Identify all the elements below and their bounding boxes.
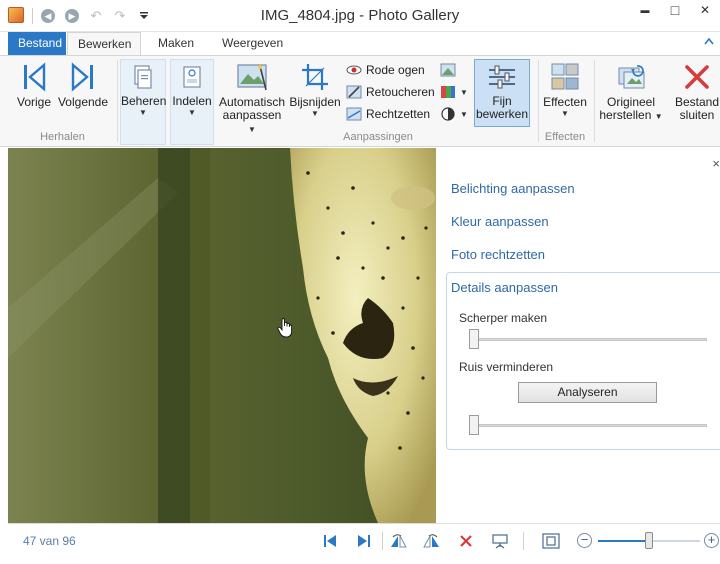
vorige-button[interactable]: Vorige — [15, 62, 53, 109]
photo-count: 47 van 96 — [23, 534, 76, 548]
slideshow-icon — [492, 534, 508, 549]
adjustment-panel: × Belichting aanpassen Kleur aanpassen F… — [436, 148, 720, 523]
sharpen-slider-track[interactable] — [469, 338, 707, 341]
delete-icon — [460, 535, 472, 547]
indelen-button[interactable]: Indelen ▼ — [170, 59, 214, 145]
bijsnijden-label: Bijsnijden — [289, 95, 341, 109]
ribbon-tabs: Bestand Bewerken Maken Weergeven — [0, 32, 720, 56]
rode-ogen-button[interactable]: Rode ogen — [346, 60, 425, 80]
crop-icon — [302, 64, 328, 90]
exposure-button[interactable] — [440, 60, 456, 80]
herstellen-label: herstellen ▼ — [599, 108, 663, 122]
belichting-aanpassen-link[interactable]: Belichting aanpassen — [451, 181, 575, 196]
sluiten-label: sluiten — [679, 108, 715, 122]
hand-cursor-icon — [277, 318, 293, 338]
status-bar: 47 van 96 − + — [8, 523, 720, 564]
photo-image — [8, 148, 436, 523]
ruis-verminderen-label: Ruis verminderen — [459, 360, 554, 374]
first-photo-button[interactable] — [319, 531, 341, 551]
rechtzetten-label: Rechtzetten — [366, 107, 431, 121]
separator — [117, 60, 118, 142]
photo-canvas[interactable] — [8, 148, 436, 523]
scherper-maken-label: Scherper maken — [459, 311, 548, 325]
next-icon — [71, 62, 93, 92]
skip-back-icon — [324, 535, 336, 547]
close-button[interactable]: ✕ — [690, 0, 720, 22]
fit-to-window-button[interactable] — [540, 531, 562, 551]
rechtzetten-button[interactable]: Rechtzetten — [346, 104, 430, 124]
fit-window-icon — [542, 533, 560, 549]
retouch-icon — [346, 85, 362, 99]
fine-tune-icon — [489, 65, 515, 89]
beheren-label: Beheren — [121, 94, 167, 108]
vorige-label: Vorige — [16, 95, 52, 109]
automatisch-aanpassen-button[interactable]: Automatisch aanpassen ▼ — [218, 62, 286, 136]
tab-bewerken[interactable]: Bewerken — [67, 32, 141, 56]
tab-maken[interactable]: Maken — [148, 32, 204, 55]
rotate-left-button[interactable] — [387, 531, 409, 551]
volgende-label: Volgende — [57, 95, 109, 109]
zoom-out-button[interactable]: − — [577, 533, 592, 548]
effecten-label: Effecten — [543, 95, 587, 109]
effecten-button[interactable]: Effecten ▼ — [541, 62, 589, 119]
color-button[interactable]: ▼ — [440, 82, 468, 102]
sharpen-slider-thumb[interactable] — [469, 329, 479, 349]
bijsnijden-button[interactable]: Bijsnijden ▼ — [288, 62, 342, 119]
maximize-button[interactable]: □ — [660, 0, 690, 22]
color-icon — [441, 86, 455, 98]
bewerken-label: bewerken — [475, 107, 529, 121]
separator — [594, 60, 595, 142]
foto-rechtzetten-link[interactable]: Foto rechtzetten — [451, 247, 545, 262]
ribbon: Vorige Volgende Herhalen Beheren ▼ Indel… — [0, 55, 720, 147]
tab-bestand[interactable]: Bestand — [8, 32, 66, 55]
group-label-effecten: Effecten — [544, 131, 586, 143]
rode-ogen-label: Rode ogen — [366, 63, 425, 77]
zoom-in-button[interactable]: + — [704, 533, 719, 548]
window-title: IMG_4804.jpg - Photo Gallery — [260, 7, 460, 24]
slideshow-button[interactable] — [489, 531, 511, 551]
effects-icon — [551, 63, 579, 90]
straighten-icon — [346, 107, 362, 121]
auto-adjust-icon — [237, 64, 267, 91]
noise-slider-track[interactable] — [469, 424, 707, 427]
previous-icon — [24, 62, 46, 92]
details-aanpassen-link[interactable]: Details aanpassen — [451, 280, 558, 295]
organize-icon — [183, 66, 201, 88]
beheren-button[interactable]: Beheren ▼ — [120, 59, 166, 145]
next-photo-button[interactable] — [353, 531, 375, 551]
separator — [523, 532, 524, 550]
indelen-label: Indelen — [172, 94, 212, 108]
noise-slider-thumb[interactable] — [469, 415, 479, 435]
manage-icon — [134, 65, 152, 89]
origineel-herstellen-button[interactable]: Origineel herstellen ▼ — [598, 62, 664, 123]
tab-weergeven[interactable]: Weergeven — [212, 32, 293, 55]
volgende-button[interactable]: Volgende — [57, 62, 109, 109]
skip-forward-icon — [358, 535, 370, 547]
exposure-icon — [440, 63, 456, 77]
minimize-button[interactable]: ▬ — [630, 0, 660, 22]
fijn-bewerken-button[interactable]: Fijn bewerken — [474, 59, 530, 127]
zoom-slider-thumb[interactable] — [645, 532, 653, 549]
separator — [538, 60, 539, 142]
retoucheren-label: Retoucheren — [366, 85, 435, 99]
close-panel-button[interactable]: × — [712, 156, 720, 171]
close-file-icon — [685, 65, 709, 89]
group-label-herhalen: Herhalen — [40, 131, 85, 143]
rotate-left-icon — [391, 534, 407, 548]
title-bar: ◀ ▶ ↶ ↷ IMG_4804.jpg - Photo Gallery ▬ □… — [0, 0, 720, 32]
contrast-button[interactable]: ▼ — [440, 104, 468, 124]
delete-button[interactable] — [455, 531, 477, 551]
kleur-aanpassen-link[interactable]: Kleur aanpassen — [451, 214, 549, 229]
rotate-right-button[interactable] — [421, 531, 443, 551]
bestand-sluiten-button[interactable]: Bestand sluiten — [672, 62, 720, 122]
contrast-icon — [441, 107, 455, 121]
analyseren-button[interactable]: Analyseren — [518, 382, 657, 403]
red-eye-icon — [346, 65, 362, 75]
rotate-right-icon — [423, 534, 439, 548]
group-label-aanpassingen: Aanpassingen — [343, 131, 413, 143]
retoucheren-button[interactable]: Retoucheren — [346, 82, 435, 102]
revert-icon — [618, 65, 645, 89]
collapse-ribbon-icon[interactable] — [704, 36, 714, 48]
separator — [382, 532, 383, 550]
